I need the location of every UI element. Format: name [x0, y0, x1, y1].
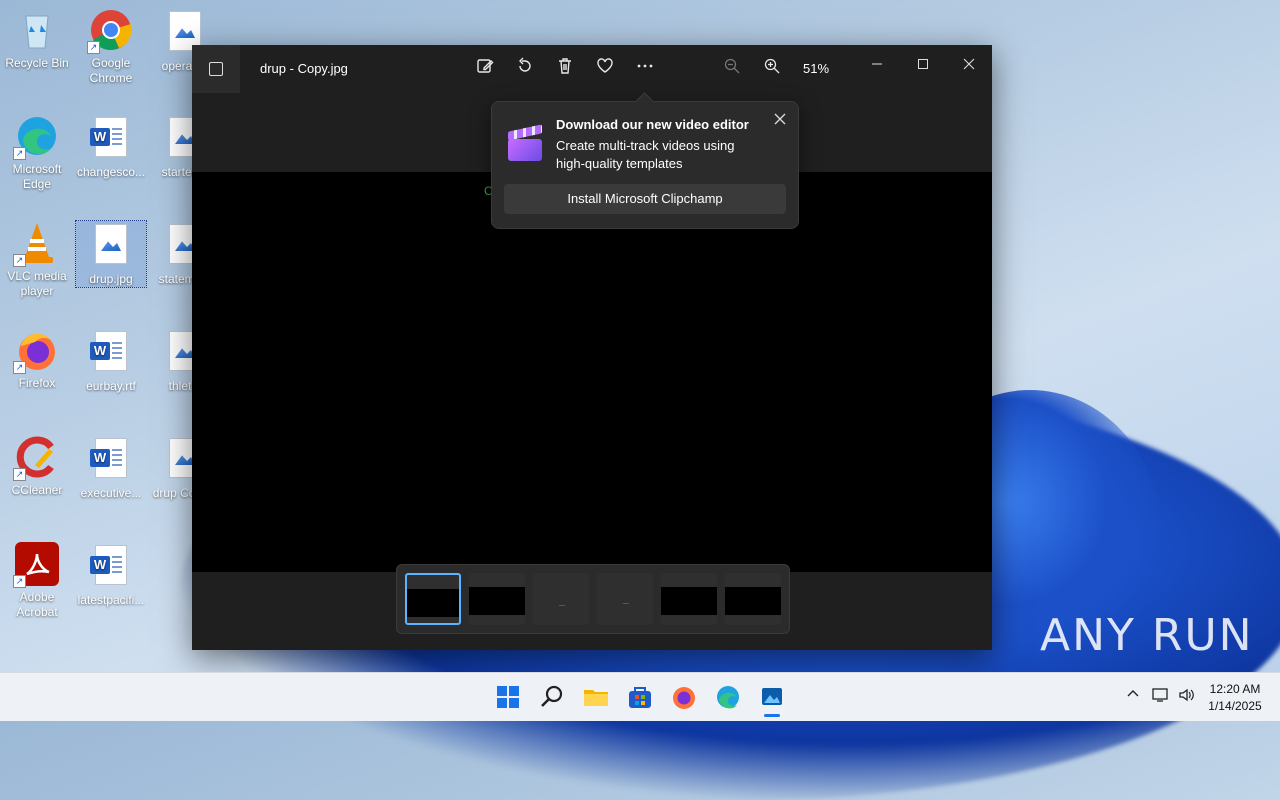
zoom-out-icon[interactable] [720, 57, 744, 81]
firefox-icon: ↗ [13, 328, 59, 374]
thumbnail[interactable] [661, 573, 717, 625]
vlc-icon: ↗ [13, 221, 59, 267]
thumbnail[interactable] [725, 573, 781, 625]
desktop-icon-label: Recycle Bin [5, 56, 69, 70]
edit-icon[interactable] [473, 57, 497, 81]
tray-overflow-chevron-icon[interactable] [1126, 687, 1140, 704]
taskbar: 12:20 AM 1/14/2025 [0, 672, 1280, 721]
filmstrip [396, 564, 790, 634]
chrome-icon: ↗ [87, 8, 133, 54]
recycle-bin-icon [15, 8, 59, 52]
taskbar-clock[interactable]: 12:20 AM 1/14/2025 [1200, 681, 1270, 715]
rotate-icon[interactable] [513, 57, 537, 81]
desktop-icon-chrome[interactable]: ↗ Google Chrome [76, 8, 146, 86]
start-icon[interactable] [494, 683, 522, 711]
clock-time: 12:20 AM [1209, 682, 1261, 696]
clock-date: 1/14/2025 [1208, 699, 1262, 713]
zoom-in-icon[interactable] [760, 57, 784, 81]
photos-titlebar: drup - Copy.jpg 51% [192, 45, 992, 93]
desktop-icon-acrobat[interactable]: ↗ Adobe Acrobat [2, 542, 72, 620]
image-file-icon [89, 224, 133, 268]
popup-title: Download our new video editor [556, 117, 749, 132]
firefox-taskbar-icon[interactable] [670, 683, 698, 711]
popup-close-icon[interactable] [770, 112, 790, 131]
edge-taskbar-icon[interactable] [714, 683, 742, 711]
install-clipchamp-button[interactable]: Install Microsoft Clipchamp [504, 184, 786, 214]
desktop-icon-ccleaner[interactable]: ↗ CCleaner [2, 435, 72, 498]
desktop-icon-vlc[interactable]: ↗ VLC media player [2, 221, 72, 299]
thumbnail[interactable] [533, 573, 589, 625]
desktop-icon-changesco[interactable]: W changesco... [76, 114, 146, 180]
popup-body: Create multi-track videos using high-qua… [556, 138, 735, 171]
desktop-icon-label: Adobe Acrobat [16, 590, 58, 619]
acrobat-icon: ↗ [13, 542, 59, 588]
store-icon[interactable] [626, 683, 654, 711]
desktop-icon-label: drup.jpg [89, 272, 133, 286]
zoom-level[interactable]: 51% [803, 61, 829, 76]
word-document-icon: W [89, 331, 133, 375]
minimize-button[interactable] [854, 50, 900, 80]
desktop-icon-recycle-bin[interactable]: Recycle Bin [2, 8, 72, 71]
desktop-icon-label: latestpacifi... [77, 593, 145, 607]
desktop-icon-label: VLC media player [7, 269, 67, 298]
desktop-icon-label: CCleaner [11, 483, 63, 497]
desktop-icon-firefox[interactable]: ↗ Firefox [2, 328, 72, 391]
more-icon[interactable] [633, 57, 657, 81]
word-document-icon: W [89, 438, 133, 482]
close-button[interactable] [946, 50, 992, 80]
favorite-icon[interactable] [593, 57, 617, 81]
desktop-icon-eurbay[interactable]: W eurbay.rtf [76, 328, 146, 394]
thumbnail[interactable] [469, 573, 525, 625]
desktop-icon-latestpacifi[interactable]: W latestpacifi... [76, 542, 146, 608]
maximize-button[interactable] [900, 50, 946, 80]
word-document-icon: W [89, 545, 133, 589]
photos-taskbar-icon[interactable] [758, 683, 786, 717]
window-title: drup - Copy.jpg [260, 61, 348, 76]
desktop-icon-drup-jpg[interactable]: drup.jpg [75, 220, 147, 288]
image-canvas[interactable]: C [192, 172, 992, 572]
search-icon[interactable] [538, 683, 566, 711]
desktop-icon-label: Microsoft Edge [12, 162, 62, 191]
word-document-icon: W [89, 117, 133, 161]
desktop-icon-label: eurbay.rtf [86, 379, 136, 393]
ccleaner-icon: ↗ [13, 435, 59, 481]
delete-icon[interactable] [553, 57, 577, 81]
desktop-icon-label: Firefox [18, 376, 56, 390]
photos-app-icon[interactable] [192, 45, 240, 93]
desktop-icon-executive[interactable]: W executive... [76, 435, 146, 501]
desktop-icon-label: Google Chrome [89, 56, 133, 85]
network-icon[interactable] [1152, 687, 1170, 706]
file-explorer-icon[interactable] [582, 683, 610, 711]
desktop-icon-edge[interactable]: ↗ Microsoft Edge [2, 114, 72, 192]
thumbnail[interactable] [597, 573, 653, 625]
active-app-indicator [764, 714, 780, 717]
thumbnail[interactable] [405, 573, 461, 625]
clipchamp-promo-popup: Download our new video editor Create mul… [491, 92, 799, 229]
clipchamp-icon [506, 124, 544, 162]
anyrun-watermark: ANY RUN [1040, 610, 1254, 661]
edge-icon: ↗ [13, 114, 59, 160]
volume-icon[interactable] [1178, 687, 1196, 706]
desktop-icon-label: executive... [80, 486, 142, 500]
desktop-icon-label: changesco... [76, 165, 146, 179]
